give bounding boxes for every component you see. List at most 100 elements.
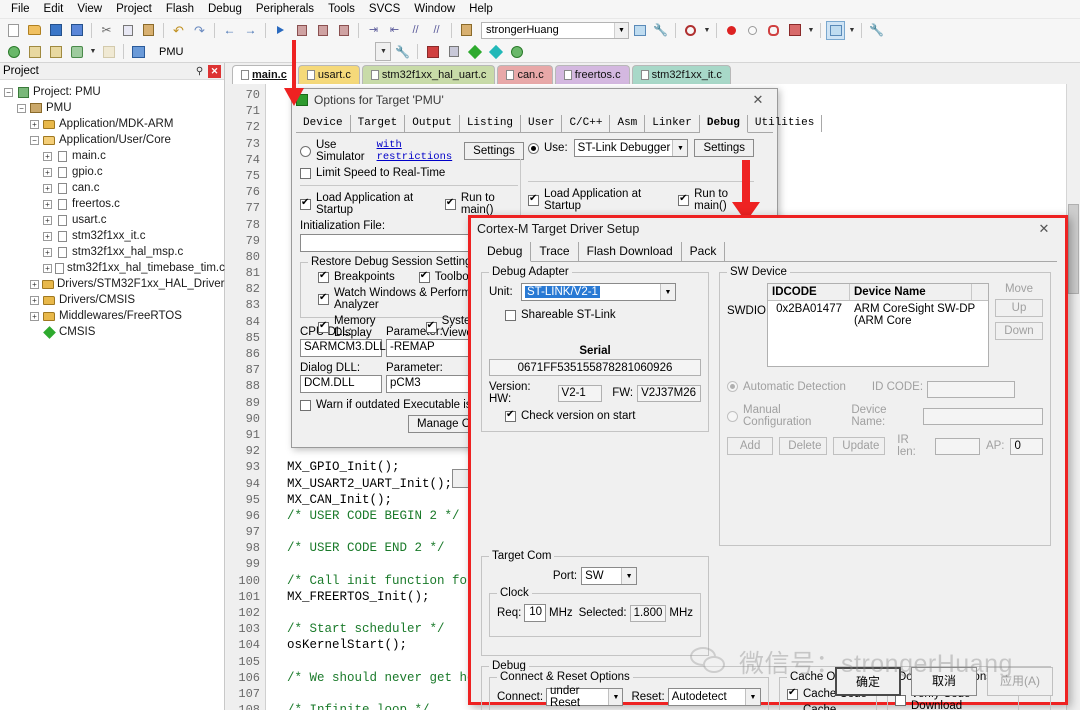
- editor-tab-stm32f1xx_hal_uart-c[interactable]: stm32f1xx_hal_uart.c: [361, 65, 496, 84]
- window-layout-icon[interactable]: [826, 20, 845, 40]
- close-icon[interactable]: ✕: [1029, 219, 1059, 240]
- project-combo[interactable]: strongerHuang ▼: [481, 21, 629, 39]
- batch-build-dropdown-icon[interactable]: ▼: [88, 42, 97, 61]
- find-dropdown-icon[interactable]: ▼: [702, 21, 711, 40]
- collapse-icon[interactable]: −: [17, 103, 26, 113]
- cortex-tab-debug[interactable]: Debug: [479, 242, 532, 262]
- chevron-down-icon[interactable]: ▼: [672, 140, 688, 156]
- tree-item[interactable]: + can.c: [4, 180, 224, 196]
- kill-breakpoints-icon[interactable]: [764, 21, 783, 40]
- simulator-settings-button[interactable]: Settings: [464, 142, 524, 160]
- move-up-button[interactable]: Up: [995, 299, 1043, 317]
- options-tab-asm[interactable]: Asm: [610, 115, 646, 132]
- unit-select[interactable]: ST-LINK/V2-1 ▼: [521, 283, 676, 301]
- configure-wizard-icon[interactable]: 🔧: [651, 21, 670, 40]
- cortex-tab-pack[interactable]: Pack: [682, 242, 726, 261]
- menu-item-project[interactable]: Project: [109, 1, 159, 17]
- comment-icon[interactable]: //: [406, 21, 425, 40]
- port-select[interactable]: SW ▼: [581, 567, 638, 585]
- cpu-dll-input[interactable]: SARMCM3.DLL: [300, 339, 386, 357]
- watch-windows-checkbox[interactable]: [318, 292, 329, 305]
- build-icon[interactable]: [25, 42, 44, 61]
- tree-item[interactable]: + stm32f1xx_hal_msp.c: [4, 244, 224, 260]
- pin-icon[interactable]: ⚲: [193, 65, 206, 78]
- collapse-icon[interactable]: −: [4, 87, 13, 97]
- id-code-input[interactable]: [927, 381, 1016, 398]
- editor-vertical-scrollbar[interactable]: [1066, 84, 1080, 710]
- expand-icon[interactable]: +: [30, 311, 39, 321]
- tree-item[interactable]: + Middlewares/FreeRTOS: [4, 308, 224, 324]
- sim-init-file-input[interactable]: [300, 234, 476, 252]
- tree-item[interactable]: + main.c: [4, 148, 224, 164]
- open-folder-icon[interactable]: [25, 21, 44, 40]
- sim-load-app-row[interactable]: Load Application at Startup Run to main(…: [300, 192, 518, 216]
- expand-icon[interactable]: +: [43, 215, 52, 225]
- options-tab-device[interactable]: Device: [296, 115, 351, 132]
- shareable-stlink-checkbox[interactable]: [505, 309, 516, 321]
- expand-icon[interactable]: +: [43, 183, 52, 193]
- cancel-button[interactable]: 取消: [911, 667, 977, 696]
- tree-item[interactable]: + Application/MDK-ARM: [4, 116, 224, 132]
- use-debugger-radio[interactable]: [528, 142, 539, 154]
- editor-tab-can-c[interactable]: can.c: [497, 65, 553, 84]
- back-icon[interactable]: ←: [220, 21, 239, 40]
- breakpoints-checkbox[interactable]: [318, 270, 329, 283]
- manual-configuration-radio[interactable]: [727, 410, 738, 422]
- bookmark-prev-icon[interactable]: [313, 21, 332, 40]
- manage-runtime-icon[interactable]: [423, 42, 442, 61]
- chevron-down-icon[interactable]: ▼: [621, 568, 637, 584]
- menu-item-help[interactable]: Help: [462, 1, 500, 17]
- target-options-icon[interactable]: 🔧: [393, 42, 412, 61]
- debugger-settings-button[interactable]: Settings: [694, 139, 754, 157]
- translate-icon[interactable]: [4, 42, 23, 61]
- disable-breakpoint-icon[interactable]: [743, 21, 762, 40]
- breakpoint-icon[interactable]: [722, 21, 741, 40]
- options-tab-c-c--[interactable]: C/C++: [562, 115, 611, 132]
- apply-button[interactable]: 应用(A): [987, 667, 1053, 696]
- globe-icon[interactable]: [507, 42, 526, 61]
- use-simulator-row[interactable]: Use Simulator with restrictions Settings: [300, 139, 524, 163]
- table-row[interactable]: 0x2BA01477 ARM CoreSight SW-DP (ARM Core: [768, 301, 988, 329]
- paste-icon[interactable]: [139, 21, 158, 40]
- expand-icon[interactable]: +: [43, 263, 52, 273]
- window-layout-dropdown-icon[interactable]: ▼: [847, 21, 856, 40]
- stop-build-icon[interactable]: [99, 42, 118, 61]
- delete-button[interactable]: Delete: [779, 437, 828, 455]
- breakpoint-dropdown-icon[interactable]: ▼: [806, 21, 815, 40]
- target-chevron-down-icon[interactable]: ▼: [375, 42, 391, 61]
- tree-item[interactable]: + stm32f1xx_it.c: [4, 228, 224, 244]
- open-project-icon[interactable]: [457, 21, 476, 40]
- tree-item[interactable]: − Application/User/Core: [4, 132, 224, 148]
- expand-icon[interactable]: +: [30, 295, 39, 305]
- check-version-checkbox[interactable]: [505, 409, 516, 422]
- indent-icon[interactable]: ⇥: [364, 21, 383, 40]
- expand-icon[interactable]: +: [43, 151, 52, 161]
- tree-item[interactable]: + usart.c: [4, 212, 224, 228]
- ok-button[interactable]: 确定: [835, 667, 901, 696]
- dbg-run-to-main-checkbox[interactable]: [678, 193, 690, 206]
- tree-item[interactable]: CMSIS: [4, 324, 224, 340]
- system-viewer-checkbox[interactable]: [425, 320, 437, 333]
- menu-item-peripherals[interactable]: Peripherals: [249, 1, 321, 17]
- menu-item-debug[interactable]: Debug: [201, 1, 249, 17]
- expand-icon[interactable]: +: [30, 119, 39, 129]
- use-debugger-row[interactable]: Use: ST-Link Debugger ▼ Settings: [528, 139, 754, 157]
- bookmark-next-icon[interactable]: [292, 21, 311, 40]
- options-tab-listing[interactable]: Listing: [460, 115, 522, 132]
- close-icon[interactable]: ✕: [208, 64, 221, 78]
- new-file-icon[interactable]: [4, 21, 23, 40]
- download-icon[interactable]: [129, 42, 148, 61]
- tree-item[interactable]: + gpio.c: [4, 164, 224, 180]
- toolbox-checkbox[interactable]: [418, 270, 430, 283]
- update-button[interactable]: Update: [833, 437, 886, 455]
- rebuild-icon[interactable]: [46, 42, 65, 61]
- options-tab-user[interactable]: User: [521, 115, 563, 132]
- dialog-dll-input[interactable]: DCM.DLL: [300, 375, 382, 393]
- scrollbar-thumb[interactable]: [1068, 204, 1079, 294]
- close-icon[interactable]: ✕: [743, 90, 773, 111]
- copy-icon[interactable]: [118, 21, 137, 40]
- ir-len-input[interactable]: [934, 437, 980, 455]
- editor-tab-stm32f1xx_it-c[interactable]: stm32f1xx_it.c: [631, 65, 731, 84]
- menu-item-tools[interactable]: Tools: [321, 1, 362, 17]
- sw-device-table[interactable]: IDCODE Device Name 0x2BA01477 ARM CoreSi…: [767, 283, 989, 367]
